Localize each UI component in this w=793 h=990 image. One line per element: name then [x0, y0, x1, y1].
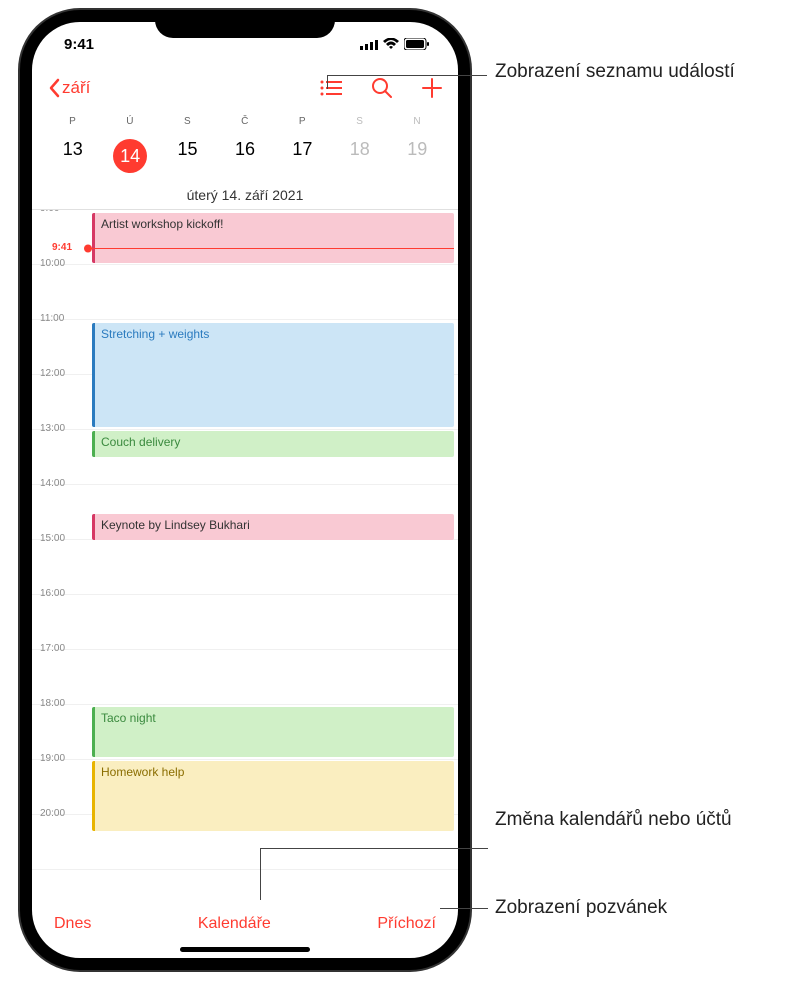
notch: [155, 10, 335, 38]
back-button[interactable]: září: [48, 78, 90, 98]
hour-label: 10:00: [40, 258, 65, 269]
day-button[interactable]: 18: [331, 133, 388, 179]
calendars-button[interactable]: Kalendáře: [198, 915, 271, 933]
search-icon: [372, 78, 392, 98]
hour-label: 14:00: [40, 478, 65, 489]
weekday-header: P: [274, 116, 331, 127]
hour-label: 20:00: [40, 808, 65, 819]
hour-row: 10:00: [32, 265, 458, 320]
hour-row: 17:00: [32, 650, 458, 705]
weekday-header: P: [44, 116, 101, 127]
phone-frame: 9:41 září: [20, 10, 470, 970]
now-indicator-line: [88, 248, 454, 249]
calendar-event[interactable]: Keynote by Lindsey Bukhari: [92, 514, 454, 540]
search-button[interactable]: [372, 78, 392, 98]
day-button[interactable]: 19: [389, 133, 446, 179]
wifi-icon: [383, 38, 399, 50]
hour-label: 15:00: [40, 533, 65, 544]
callout-line: [260, 848, 488, 849]
now-time-label: 9:41: [52, 242, 72, 253]
status-time: 9:41: [64, 36, 94, 53]
day-button[interactable]: 13: [44, 133, 101, 179]
hour-label: 17:00: [40, 643, 65, 654]
calendar-event[interactable]: Couch delivery: [92, 431, 454, 457]
callout-invites: Zobrazení pozvánek: [495, 896, 667, 921]
weekday-header: Ú: [101, 116, 158, 127]
plus-icon: [422, 78, 442, 98]
nav-bar: září: [32, 66, 458, 110]
hour-row: 15:00: [32, 540, 458, 595]
timeline[interactable]: 9:0010:0011:0012:0013:0014:0015:0016:001…: [32, 209, 458, 901]
callout-line: [327, 75, 328, 89]
date-header: úterý 14. září 2021: [32, 179, 458, 209]
hour-label: 19:00: [40, 753, 65, 764]
chevron-left-icon: [48, 78, 60, 98]
weekday-header: N: [389, 116, 446, 127]
callout-line: [260, 848, 261, 900]
cellular-icon: [360, 39, 378, 50]
day-button[interactable]: 14: [101, 133, 158, 179]
hour-label: 16:00: [40, 588, 65, 599]
status-icons: [360, 38, 430, 50]
hour-label: 11:00: [40, 313, 64, 324]
hour-row: 16:00: [32, 595, 458, 650]
day-button[interactable]: 17: [274, 133, 331, 179]
bottom-toolbar: Dnes Kalendáře Příchozí: [32, 901, 458, 947]
weekday-header: S: [159, 116, 216, 127]
list-view-button[interactable]: [320, 79, 342, 97]
callout-list-view: Zobrazení seznamu událostí: [495, 60, 735, 85]
weekday-row: PÚSČPSN: [32, 116, 458, 127]
day-button[interactable]: 16: [216, 133, 273, 179]
back-label: září: [62, 78, 90, 98]
screen: 9:41 září: [32, 22, 458, 958]
add-button[interactable]: [422, 78, 442, 98]
today-button[interactable]: Dnes: [54, 915, 91, 933]
calendar-event[interactable]: Stretching + weights: [92, 323, 454, 427]
hour-label: 9:00: [40, 209, 59, 214]
daynum-row[interactable]: 13141516171819: [32, 133, 458, 179]
inbox-button[interactable]: Příchozí: [377, 915, 436, 933]
battery-icon: [404, 38, 430, 50]
hour-label: 12:00: [40, 368, 65, 379]
weekday-header: S: [331, 116, 388, 127]
list-icon: [320, 79, 342, 97]
weekday-header: Č: [216, 116, 273, 127]
calendar-event[interactable]: Homework help: [92, 761, 454, 831]
callout-line: [440, 908, 488, 909]
callout-accounts: Změna kalendářů nebo účtů: [495, 808, 732, 833]
day-button[interactable]: 15: [159, 133, 216, 179]
calendar-event[interactable]: Artist workshop kickoff!: [92, 213, 454, 263]
callout-line: [327, 75, 487, 76]
calendar-event[interactable]: Taco night: [92, 707, 454, 757]
hour-label: 18:00: [40, 698, 65, 709]
home-indicator[interactable]: [180, 947, 310, 952]
hour-label: 13:00: [40, 423, 65, 434]
